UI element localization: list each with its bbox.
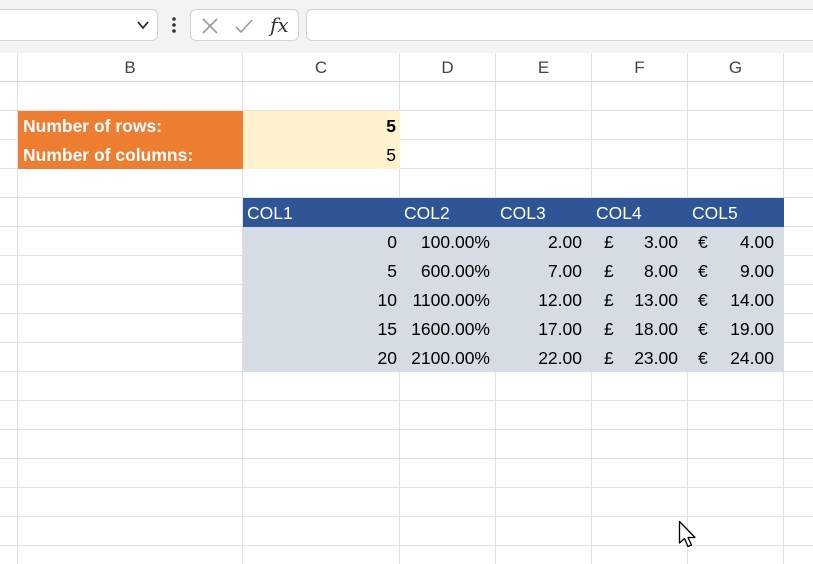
col5-value: 4.00	[739, 232, 774, 252]
rows-label-cell[interactable]: Number of rows:	[18, 111, 243, 140]
table-cell-col4[interactable]: £13.00	[592, 285, 688, 314]
col5-value: 19.00	[730, 319, 774, 339]
table-cell-col4[interactable]: £23.00	[592, 343, 688, 372]
table-cell-col2[interactable]: 100.00%	[400, 227, 496, 256]
confirm-icon[interactable]	[234, 16, 254, 36]
table-cell-col1[interactable]: 15	[243, 314, 400, 343]
table-cell-col3[interactable]: 2.00	[496, 227, 592, 256]
currency-symbol-pound: £	[604, 261, 614, 281]
table-cell-col5[interactable]: €24.00	[688, 343, 784, 372]
table-cell-col4[interactable]: £3.00	[592, 227, 688, 256]
currency-symbol-pound: £	[604, 348, 614, 368]
col5-value: 14.00	[730, 290, 774, 310]
function-icon[interactable]: fx	[270, 13, 289, 37]
table-header-col5[interactable]: COL5	[688, 198, 784, 227]
column-header-H[interactable]	[784, 53, 813, 81]
name-box[interactable]	[0, 9, 158, 41]
column-header-D[interactable]: D	[400, 53, 496, 81]
column-header-E[interactable]: E	[496, 53, 592, 81]
chevron-down-icon[interactable]	[135, 17, 151, 33]
table-cell-col3[interactable]: 22.00	[496, 343, 592, 372]
currency-symbol-pound: £	[604, 232, 614, 252]
rows-value-cell[interactable]: 5	[243, 111, 400, 140]
formula-input[interactable]	[306, 9, 813, 41]
column-header-B[interactable]: B	[18, 53, 243, 81]
table-cell-col1[interactable]: 10	[243, 285, 400, 314]
table-cell-col5[interactable]: €19.00	[688, 314, 784, 343]
cancel-icon[interactable]	[200, 16, 220, 36]
table-cell-col2[interactable]: 2100.00%	[400, 343, 496, 372]
table-header-col1[interactable]: COL1	[243, 198, 400, 227]
columns-label-cell[interactable]: Number of columns:	[18, 140, 243, 169]
table-cell-col2[interactable]: 1600.00%	[400, 314, 496, 343]
table-cell-col2[interactable]: 600.00%	[400, 256, 496, 285]
column-header-A[interactable]	[0, 53, 18, 81]
table-cell-col5[interactable]: €4.00	[688, 227, 784, 256]
table-cell-col4[interactable]: £8.00	[592, 256, 688, 285]
currency-symbol-pound: £	[604, 319, 614, 339]
currency-symbol-pound: £	[604, 290, 614, 310]
col5-value: 9.00	[739, 261, 774, 281]
columns-value-cell[interactable]: 5	[243, 140, 400, 169]
col4-value: 23.00	[634, 348, 678, 368]
table-cell-col3[interactable]: 12.00	[496, 285, 592, 314]
column-header-C[interactable]: C	[243, 53, 400, 81]
formula-actions: fx	[190, 9, 299, 41]
table-cell-col5[interactable]: €9.00	[688, 256, 784, 285]
col5-value: 24.00	[730, 348, 774, 368]
col4-value: 3.00	[643, 232, 678, 252]
table-cell-col5[interactable]: €14.00	[688, 285, 784, 314]
table-cell-col3[interactable]: 17.00	[496, 314, 592, 343]
table-cell-col3[interactable]: 7.00	[496, 256, 592, 285]
table-cell-col4[interactable]: £18.00	[592, 314, 688, 343]
table-cell-col1[interactable]: 0	[243, 227, 400, 256]
table-cell-col2[interactable]: 1100.00%	[400, 285, 496, 314]
col4-value: 13.00	[634, 290, 678, 310]
more-options-icon[interactable]	[170, 15, 178, 35]
table-header-col4[interactable]: COL4	[592, 198, 688, 227]
currency-symbol-euro: €	[698, 261, 708, 281]
mouse-pointer-icon	[678, 520, 696, 548]
currency-symbol-euro: €	[698, 348, 708, 368]
currency-symbol-euro: €	[698, 319, 708, 339]
column-header-F[interactable]: F	[592, 53, 688, 81]
col4-value: 18.00	[634, 319, 678, 339]
column-headers: B C D E F G	[0, 53, 813, 82]
formula-bar: fx	[0, 0, 813, 53]
column-header-G[interactable]: G	[688, 53, 784, 81]
table-cell-col1[interactable]: 5	[243, 256, 400, 285]
currency-symbol-euro: €	[698, 290, 708, 310]
table-cell-col1[interactable]: 20	[243, 343, 400, 372]
currency-symbol-euro: €	[698, 232, 708, 252]
col4-value: 8.00	[643, 261, 678, 281]
table-header-col3[interactable]: COL3	[496, 198, 592, 227]
table-header-col2[interactable]: COL2	[400, 198, 496, 227]
